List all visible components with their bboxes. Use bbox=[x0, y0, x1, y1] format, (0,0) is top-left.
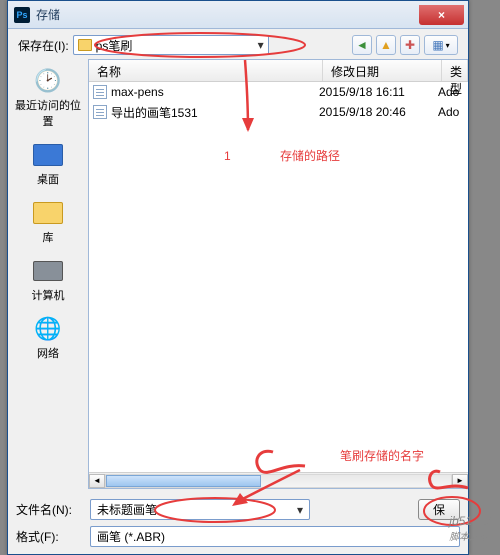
location-dropdown[interactable]: ps笔刷 ▾ bbox=[73, 35, 269, 55]
place-libraries[interactable]: 库 bbox=[13, 195, 83, 249]
file-type: Ado bbox=[438, 85, 464, 99]
view-icon: ▦ bbox=[432, 38, 443, 52]
horizontal-scrollbar[interactable]: ◄ ► bbox=[89, 472, 468, 488]
new-folder-button[interactable]: ✚ bbox=[400, 35, 420, 55]
list-item[interactable]: 导出的画笔1531 2015/9/18 20:46 Ado bbox=[89, 102, 468, 122]
place-computer[interactable]: 计算机 bbox=[13, 253, 83, 307]
file-name: 导出的画笔1531 bbox=[111, 104, 319, 121]
place-recent[interactable]: 🕑 最近访问的位置 bbox=[13, 63, 83, 133]
filename-input[interactable]: 未标题画笔 ▾ bbox=[90, 499, 310, 520]
scroll-right-button[interactable]: ► bbox=[452, 474, 468, 488]
toolbar: ◄ ▲ ✚ ▦ ▾ bbox=[352, 35, 458, 55]
filename-label: 文件名(N): bbox=[16, 501, 84, 518]
place-label: 桌面 bbox=[37, 171, 59, 187]
col-type[interactable]: 类型 bbox=[442, 60, 468, 81]
col-name[interactable]: 名称 bbox=[89, 60, 323, 81]
format-label: 格式(F): bbox=[16, 528, 84, 545]
chevron-down-icon: ▾ bbox=[446, 41, 450, 50]
photoshop-icon: Ps bbox=[14, 7, 30, 23]
filename-value: 未标题画笔 bbox=[97, 501, 157, 518]
file-icon bbox=[93, 85, 107, 99]
filename-row: 文件名(N): 未标题画笔 ▾ 保 bbox=[16, 499, 460, 520]
save-button-label: 保 bbox=[433, 501, 445, 518]
place-network[interactable]: 🌐 网络 bbox=[13, 311, 83, 365]
computer-icon bbox=[32, 257, 64, 285]
recent-icon: 🕑 bbox=[32, 67, 64, 95]
file-icon bbox=[93, 105, 107, 119]
up-icon: ▲ bbox=[380, 38, 392, 52]
folder-icon bbox=[78, 39, 92, 51]
scroll-left-button[interactable]: ◄ bbox=[89, 474, 105, 488]
file-name: max-pens bbox=[111, 85, 319, 99]
list-item[interactable]: max-pens 2015/9/18 16:11 Ado bbox=[89, 82, 468, 102]
up-one-level-button[interactable]: ▲ bbox=[376, 35, 396, 55]
place-label: 最近访问的位置 bbox=[13, 97, 83, 129]
bottom-panel: 文件名(N): 未标题画笔 ▾ 保 格式(F): 画笔 (*.ABR) bbox=[8, 489, 468, 555]
dialog-body: 🕑 最近访问的位置 桌面 库 计算机 🌐 网络 名称 bbox=[8, 59, 468, 489]
titlebar[interactable]: Ps 存储 × bbox=[8, 1, 468, 29]
view-menu-button[interactable]: ▦ ▾ bbox=[424, 35, 458, 55]
file-rows: max-pens 2015/9/18 16:11 Ado 导出的画笔1531 2… bbox=[89, 82, 468, 472]
libraries-icon bbox=[32, 199, 64, 227]
format-row: 格式(F): 画笔 (*.ABR) bbox=[16, 526, 460, 547]
scroll-thumb[interactable] bbox=[106, 475, 261, 487]
column-headers: 名称 修改日期 类型 bbox=[89, 60, 468, 82]
dialog-title: 存储 bbox=[36, 6, 419, 23]
network-icon: 🌐 bbox=[32, 315, 64, 343]
chevron-down-icon: ▾ bbox=[297, 503, 303, 517]
new-folder-icon: ✚ bbox=[405, 38, 415, 52]
close-button[interactable]: × bbox=[419, 5, 464, 25]
scroll-track[interactable] bbox=[105, 474, 452, 488]
save-in-row: 保存在(I): ps笔刷 ▾ ◄ ▲ ✚ ▦ ▾ bbox=[8, 29, 468, 59]
place-label: 计算机 bbox=[32, 287, 65, 303]
save-in-label: 保存在(I): bbox=[18, 37, 69, 54]
place-label: 库 bbox=[43, 229, 54, 245]
col-date[interactable]: 修改日期 bbox=[323, 60, 442, 81]
format-dropdown[interactable]: 画笔 (*.ABR) bbox=[90, 526, 460, 547]
desktop-icon bbox=[32, 141, 64, 169]
save-dialog: Ps 存储 × 保存在(I): ps笔刷 ▾ ◄ ▲ ✚ ▦ ▾ 🕑 最近访问的… bbox=[7, 0, 469, 555]
place-label: 网络 bbox=[37, 345, 59, 361]
places-sidebar: 🕑 最近访问的位置 桌面 库 计算机 🌐 网络 bbox=[8, 59, 88, 489]
place-desktop[interactable]: 桌面 bbox=[13, 137, 83, 191]
back-button[interactable]: ◄ bbox=[352, 35, 372, 55]
file-date: 2015/9/18 20:46 bbox=[319, 105, 438, 119]
file-type: Ado bbox=[438, 105, 464, 119]
location-value: ps笔刷 bbox=[96, 37, 133, 54]
chevron-down-icon: ▾ bbox=[258, 38, 264, 52]
file-list[interactable]: 名称 修改日期 类型 max-pens 2015/9/18 16:11 Ado … bbox=[88, 59, 468, 489]
back-icon: ◄ bbox=[356, 38, 368, 52]
file-date: 2015/9/18 16:11 bbox=[319, 85, 438, 99]
watermark: jb51.net 脚本之家 bbox=[449, 514, 492, 543]
format-value: 画笔 (*.ABR) bbox=[97, 528, 165, 545]
